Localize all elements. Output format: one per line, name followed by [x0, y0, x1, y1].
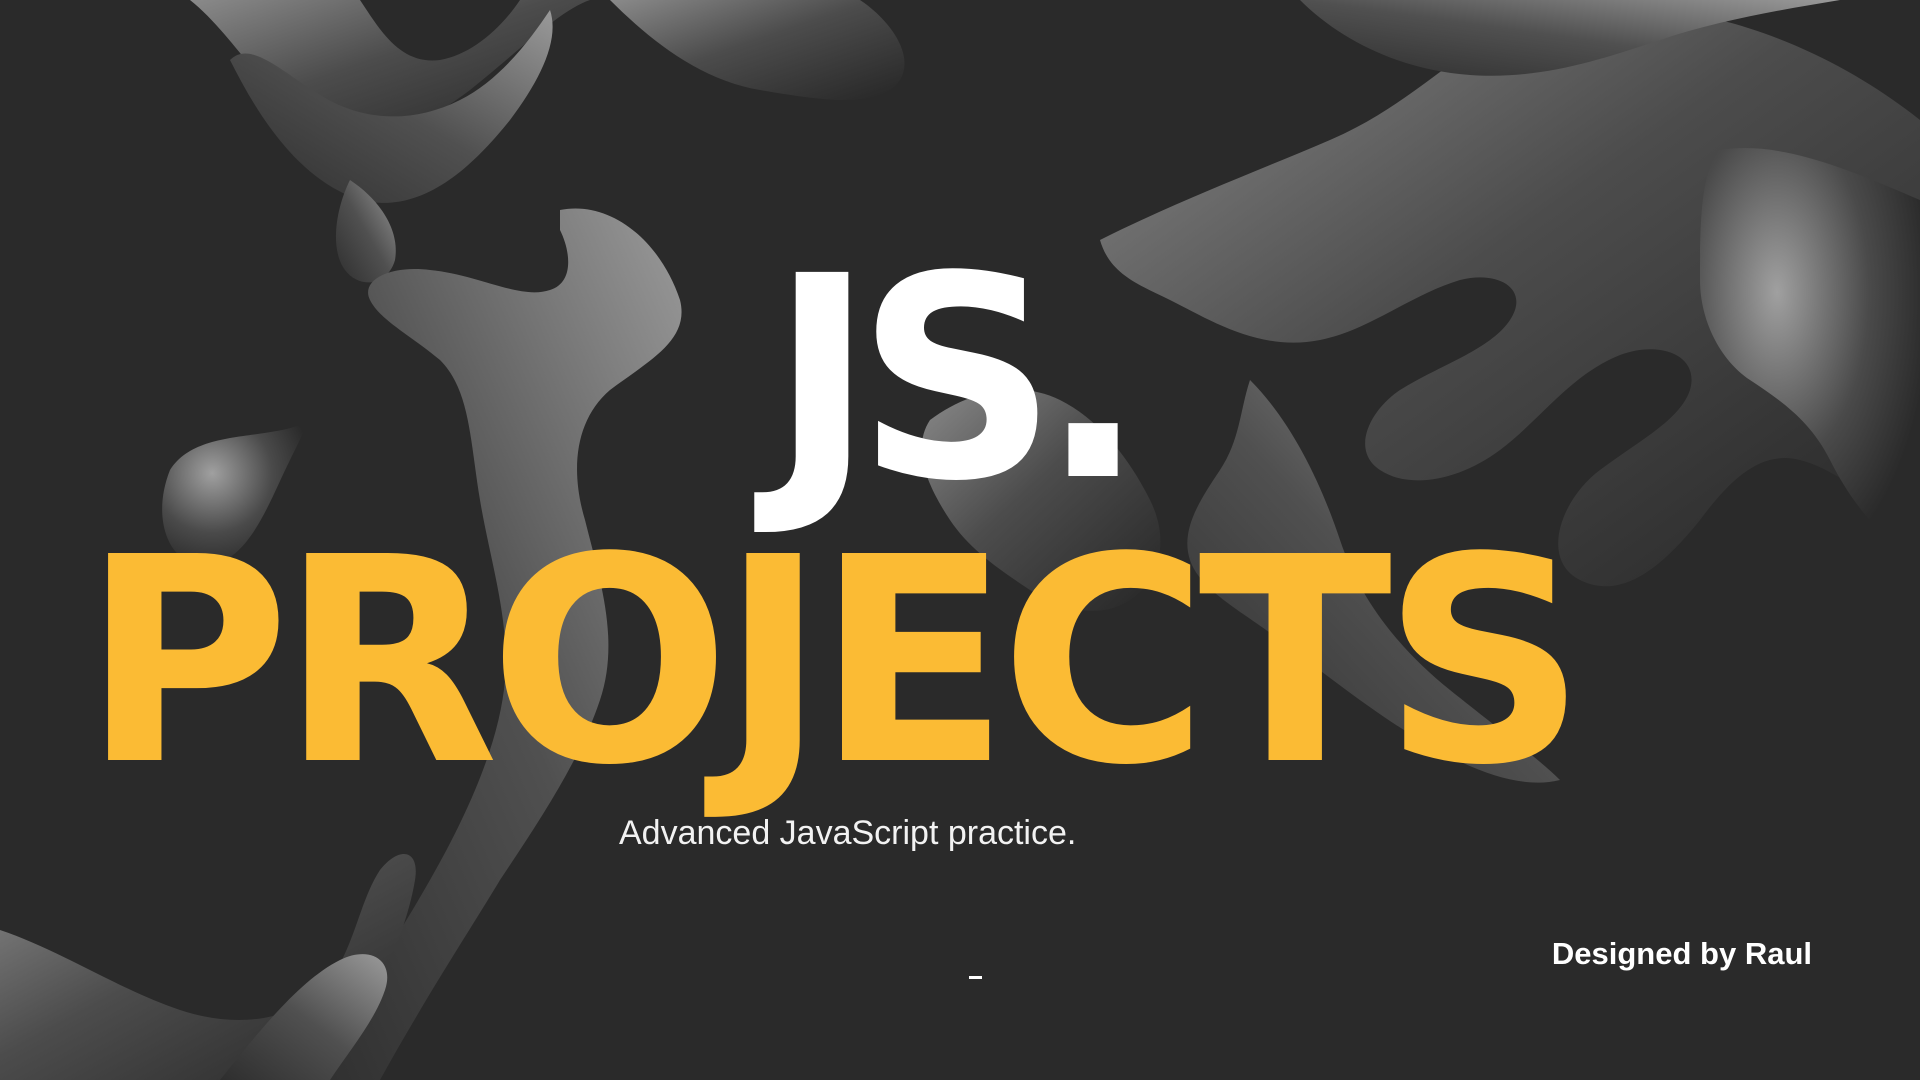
metal-blob-top-center [610, 0, 905, 100]
hero-screen: JS. PROJECTS Advanced JavaScript practic… [0, 0, 1920, 1080]
hero-title-projects: PROJECTS [82, 496, 1587, 827]
hero-tagline: Advanced JavaScript practice. [619, 814, 1077, 852]
dash-indicator-icon [969, 976, 982, 979]
designer-credit: Designed by Raul [1551, 936, 1812, 971]
hero-title-js: JS. [770, 217, 1146, 543]
metal-blob-right-edge [1700, 148, 1920, 560]
